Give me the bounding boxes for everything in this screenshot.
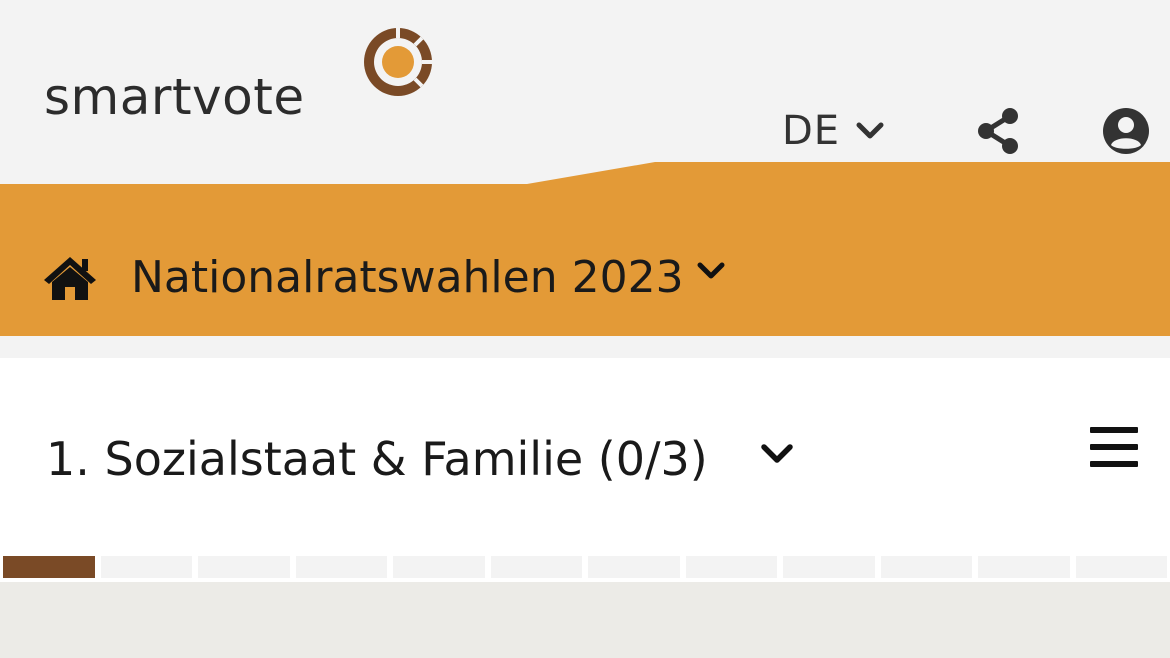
progress-segment[interactable] <box>198 556 290 578</box>
progress-segment[interactable] <box>978 556 1070 578</box>
chevron-down-icon[interactable] <box>696 260 726 282</box>
share-icon[interactable] <box>974 106 1022 156</box>
chevron-down-icon[interactable] <box>760 442 794 466</box>
progress-segment[interactable] <box>393 556 485 578</box>
progress-segment[interactable] <box>490 556 582 578</box>
question-progress <box>3 556 1167 578</box>
content-area <box>0 582 1170 658</box>
user-icon[interactable] <box>1101 106 1151 156</box>
election-title[interactable]: Nationalratswahlen 2023 <box>131 252 684 303</box>
progress-segment[interactable] <box>588 556 680 578</box>
progress-segment[interactable] <box>295 556 387 578</box>
divider <box>0 336 1170 358</box>
brand-name: smartvote <box>44 68 305 126</box>
brand[interactable]: smartvote <box>44 26 444 126</box>
progress-segment[interactable] <box>1075 556 1167 578</box>
progress-segment[interactable] <box>100 556 192 578</box>
home-icon[interactable] <box>42 255 98 301</box>
language-label: DE <box>782 108 841 154</box>
progress-segment[interactable] <box>880 556 972 578</box>
progress-segment[interactable] <box>685 556 777 578</box>
progress-segment[interactable] <box>783 556 875 578</box>
smartvote-logo-icon <box>364 28 432 96</box>
topic-title[interactable]: 1. Sozialstaat & Familie (0/3) <box>46 432 708 486</box>
chevron-down-icon <box>856 122 884 139</box>
language-selector[interactable]: DE <box>782 106 884 156</box>
progress-segment[interactable] <box>3 556 95 578</box>
hamburger-menu-icon[interactable] <box>1090 425 1138 469</box>
